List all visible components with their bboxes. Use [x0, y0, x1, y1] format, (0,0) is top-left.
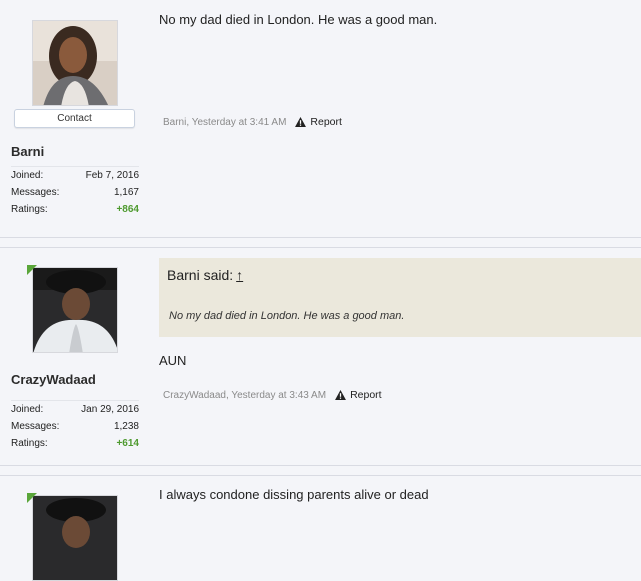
post-divider [0, 465, 641, 466]
quote-author: Barni said: [167, 267, 234, 283]
quote-header: Barni said: ↑ [167, 267, 243, 283]
avatar[interactable] [32, 20, 118, 106]
stat-value: Feb 7, 2016 [85, 170, 139, 181]
message-post: I always condone dissing parents alive o… [0, 475, 641, 581]
report-link[interactable]: Report [335, 389, 382, 401]
quote-text: No my dad died in London. He was a good … [169, 310, 405, 322]
message-text: AUN [159, 353, 187, 368]
stat-value[interactable]: +864 [116, 201, 139, 218]
message-text: No my dad died in London. He was a good … [159, 12, 438, 27]
report-label: Report [310, 116, 342, 128]
username[interactable]: CrazyWadaad [11, 372, 96, 387]
stat-label: Messages: [11, 187, 60, 198]
stat-label: Messages: [11, 421, 60, 432]
stat-value: Jan 29, 2016 [81, 404, 139, 415]
author-date[interactable]: Barni, Yesterday at 3:41 AM [163, 117, 286, 128]
stat-value[interactable]: 1,238 [114, 418, 139, 435]
report-label: Report [350, 389, 382, 401]
user-stats: Joined: Feb 7, 2016 Messages: 1,167 Rati… [11, 166, 139, 218]
username[interactable]: Barni [11, 144, 44, 159]
stat-joined: Joined: Jan 29, 2016 [11, 401, 139, 418]
stat-joined: Joined: Feb 7, 2016 [11, 167, 139, 184]
post-divider [0, 237, 641, 238]
stat-ratings: Ratings: +614 [11, 435, 139, 452]
stat-messages: Messages: 1,167 [11, 184, 139, 201]
report-link[interactable]: Report [295, 116, 342, 128]
stat-label: Ratings: [11, 438, 48, 449]
stat-messages: Messages: 1,238 [11, 418, 139, 435]
message-text: I always condone dissing parents alive o… [159, 487, 429, 502]
message-meta: CrazyWadaad, Yesterday at 3:43 AM Report [163, 389, 382, 401]
jump-to-quote-link[interactable]: ↑ [236, 267, 243, 283]
stat-label: Joined: [11, 404, 44, 415]
user-stats: Joined: Jan 29, 2016 Messages: 1,238 Rat… [11, 400, 139, 452]
author-date[interactable]: CrazyWadaad, Yesterday at 3:43 AM [163, 390, 326, 401]
avatar[interactable] [32, 495, 118, 581]
message-meta: Barni, Yesterday at 3:41 AM Report [163, 116, 342, 128]
stat-value[interactable]: +614 [116, 435, 139, 452]
message-post: Contact Barni Joined: Feb 7, 2016 Messag… [0, 0, 641, 237]
warning-icon [335, 390, 347, 400]
quote-block: Barni said: ↑ No my dad died in London. H… [159, 258, 641, 337]
contact-button[interactable]: Contact [14, 109, 135, 128]
message-post: CrazyWadaad Joined: Jan 29, 2016 Message… [0, 247, 641, 465]
warning-icon [295, 117, 307, 127]
stat-ratings: Ratings: +864 [11, 201, 139, 218]
stat-label: Joined: [11, 170, 44, 181]
stat-label: Ratings: [11, 204, 48, 215]
stat-value[interactable]: 1,167 [114, 184, 139, 201]
avatar[interactable] [32, 267, 118, 353]
